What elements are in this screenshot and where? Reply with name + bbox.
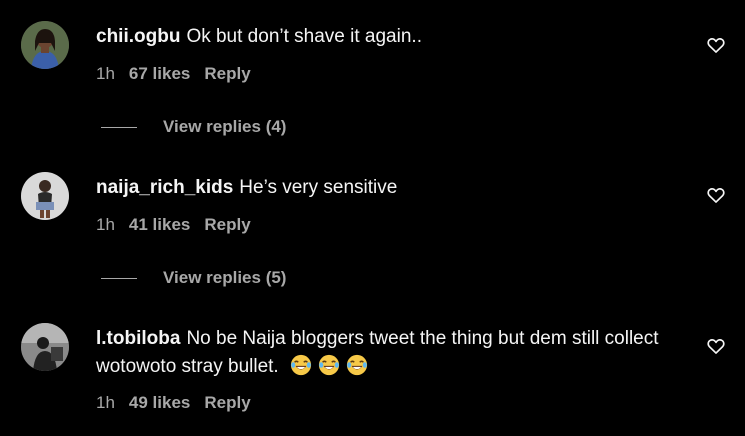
comment-username[interactable]: l.tobiloba <box>96 328 180 349</box>
face-with-tears-of-joy-icon <box>290 354 312 376</box>
comment-time: 1h <box>96 64 115 83</box>
comment-text: No be Naija bloggers tweet the thing but… <box>96 328 659 377</box>
comment-meta: 1h 67 likes Reply <box>96 63 265 85</box>
view-replies-button[interactable]: View replies (5) <box>101 267 286 289</box>
reply-button[interactable]: Reply <box>204 393 250 412</box>
comment-text-block: chii.ogbu Ok but don’t shave it again.. <box>96 23 686 51</box>
comment-meta: 1h 49 likes Reply <box>96 392 265 414</box>
comment-likes[interactable]: 67 likes <box>129 64 190 83</box>
comment-username[interactable]: chii.ogbu <box>96 26 180 47</box>
view-replies-label: View replies (5) <box>163 268 287 287</box>
heart-icon[interactable] <box>706 35 726 55</box>
comment-text-block: naija_rich_kids He’s very sensitive <box>96 174 686 202</box>
replies-divider-line <box>101 277 137 279</box>
avatar[interactable] <box>21 323 69 371</box>
comment-time: 1h <box>96 393 115 412</box>
view-replies-button[interactable]: View replies (4) <box>101 116 286 138</box>
comment-text: He’s very sensitive <box>239 177 398 198</box>
comment-username[interactable]: naija_rich_kids <box>96 177 233 198</box>
comment-text: Ok but don’t shave it again.. <box>186 26 422 47</box>
replies-divider-line <box>101 126 137 128</box>
heart-icon[interactable] <box>706 185 726 205</box>
reply-button[interactable]: Reply <box>204 64 250 83</box>
comment-text-block: l.tobiloba No be Naija bloggers tweet the… <box>96 325 686 381</box>
face-with-tears-of-joy-icon <box>318 354 340 376</box>
face-with-tears-of-joy-icon <box>346 354 368 376</box>
comment-likes[interactable]: 41 likes <box>129 215 190 234</box>
heart-icon[interactable] <box>706 336 726 356</box>
comment-meta: 1h 41 likes Reply <box>96 214 265 236</box>
comment-likes[interactable]: 49 likes <box>129 393 190 412</box>
reply-button[interactable]: Reply <box>204 215 250 234</box>
avatar[interactable] <box>21 172 69 220</box>
avatar[interactable] <box>21 21 69 69</box>
comment-time: 1h <box>96 215 115 234</box>
view-replies-label: View replies (4) <box>163 117 287 136</box>
